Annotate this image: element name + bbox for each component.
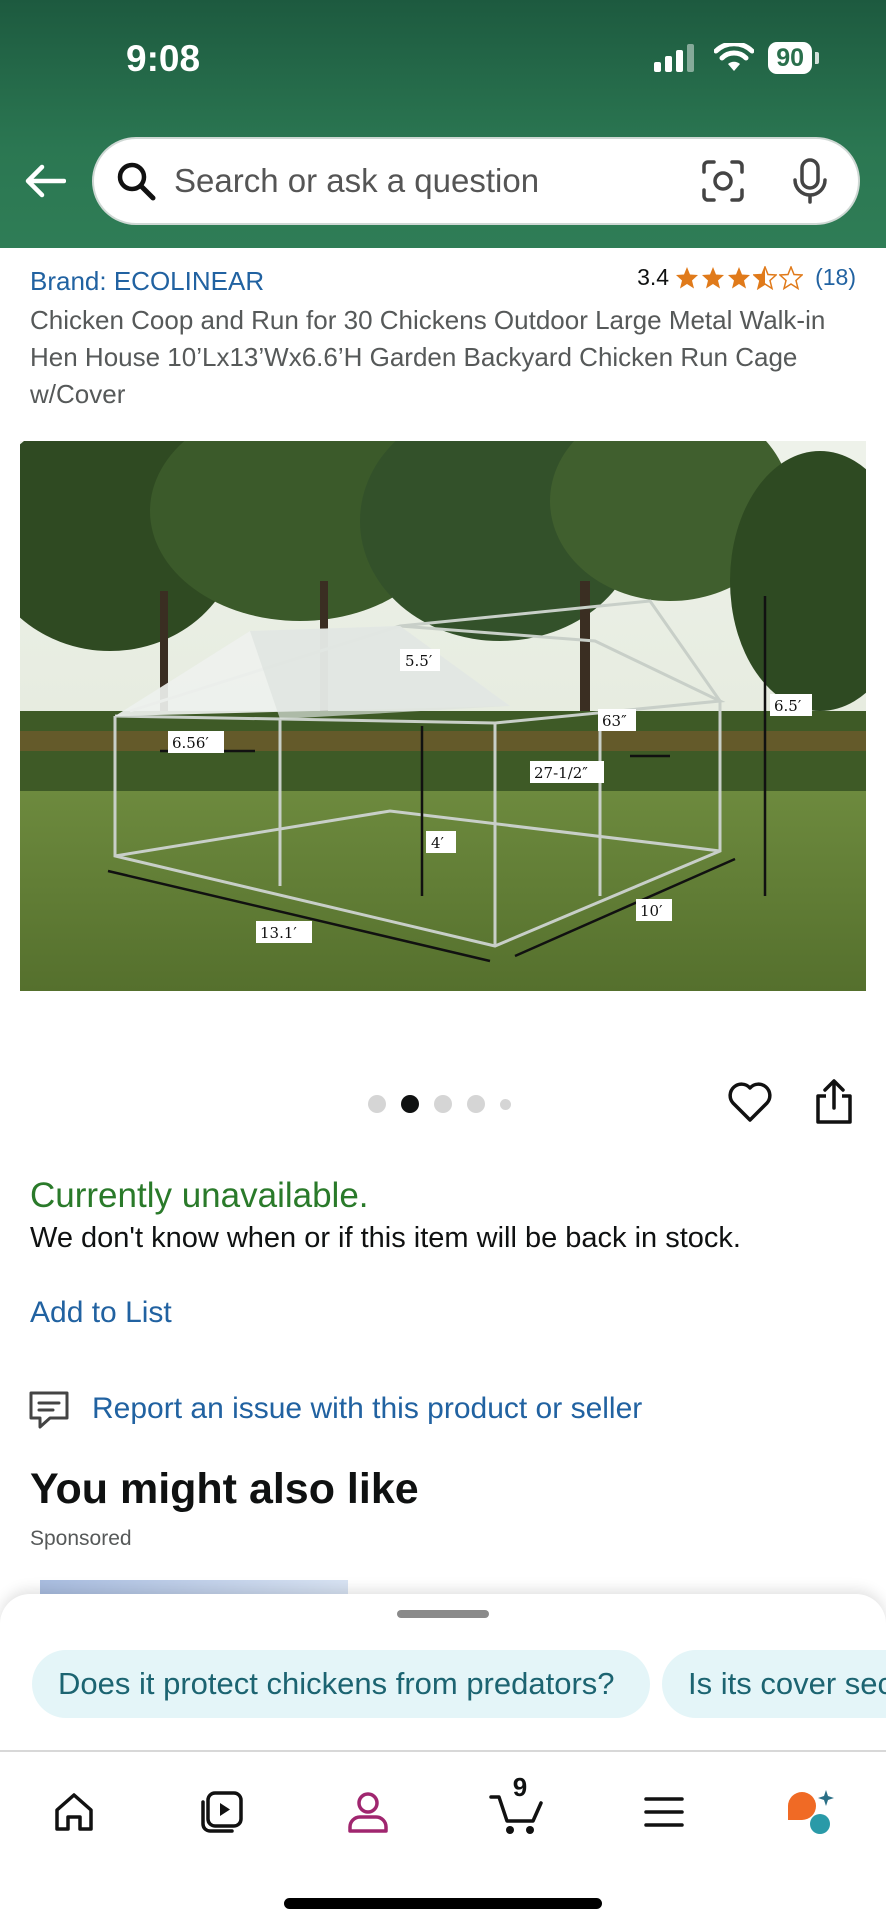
share-icon[interactable]: [812, 1078, 856, 1126]
star-full-icon: [702, 266, 725, 288]
carousel-dot[interactable]: [434, 1095, 452, 1113]
dim-label-wall-height: 4′: [431, 834, 445, 852]
search-icon: [114, 159, 158, 203]
signal-icon: [654, 44, 695, 72]
back-button[interactable]: [22, 158, 68, 204]
search-input[interactable]: Search or ask a question: [174, 162, 700, 200]
nav-rufus[interactable]: [780, 1782, 840, 1842]
report-icon[interactable]: [28, 1390, 70, 1430]
status-time: 9:08: [126, 38, 201, 79]
microphone-icon[interactable]: [790, 158, 830, 204]
sponsored-label: Sponsored: [30, 1527, 132, 1550]
nav-profile[interactable]: [338, 1782, 398, 1842]
dim-label-door-height: 63″: [602, 712, 627, 730]
cart-count: 9: [512, 1772, 528, 1802]
availability-status: Currently unavailable.: [30, 1176, 369, 1215]
home-icon: [55, 1793, 93, 1831]
video-icon: [201, 1791, 243, 1833]
home-indicator: [284, 1898, 602, 1909]
nav-video[interactable]: [192, 1782, 252, 1842]
dim-label-width: 10′: [640, 902, 663, 920]
availability-note: We don't know when or if this item will …: [30, 1222, 741, 1254]
dim-label-door-width: 27-1/2″: [534, 764, 588, 782]
bottom-navigation: 9: [0, 1750, 886, 1920]
report-issue-link[interactable]: Report an issue with this product or sel…: [92, 1392, 642, 1426]
header: 9:08 90 Search or ask a question: [0, 0, 886, 248]
rating-count[interactable]: (18): [815, 264, 856, 291]
star-full-icon: [728, 266, 751, 288]
add-to-list-link[interactable]: Add to List: [30, 1296, 172, 1330]
product-image[interactable]: 5.5′ 6.56′ 6.5′ 63″ 27-1/2″ 4′ 13.1′ 10′: [20, 441, 866, 991]
status-icons: 90: [654, 42, 819, 74]
nav-home[interactable]: [44, 1782, 104, 1842]
dim-label-side-height: 6.56′: [172, 734, 209, 752]
rating-summary[interactable]: 3.4 (18): [637, 264, 856, 291]
dim-label-length: 13.1′: [260, 924, 297, 942]
camera-search-icon[interactable]: [700, 158, 746, 204]
star-empty-icon: [779, 265, 804, 290]
search-bar[interactable]: Search or ask a question: [92, 137, 860, 225]
suggestion-chip[interactable]: Is its cover sec: [662, 1650, 886, 1718]
suggestion-chip[interactable]: Does it protect chickens from predators?: [32, 1650, 650, 1718]
dim-label-total-height: 6.5′: [774, 697, 802, 715]
wifi-icon: [714, 43, 755, 71]
suggestions-sheet: Does it protect chickens from predators?…: [0, 1594, 886, 1750]
carousel-dot[interactable]: [500, 1098, 511, 1110]
dim-label-roof: 5.5′: [405, 652, 433, 670]
carousel-dot-active[interactable]: [401, 1095, 419, 1113]
nav-menu[interactable]: [634, 1782, 694, 1842]
carousel-dot[interactable]: [368, 1095, 386, 1113]
star-rating: [675, 265, 804, 290]
star-full-icon: [676, 266, 699, 288]
star-half-icon: [753, 265, 778, 290]
sheet-handle[interactable]: [397, 1610, 489, 1618]
product-title: Chicken Coop and Run for 30 Chickens Out…: [30, 305, 826, 409]
rufus-icon: [788, 1790, 834, 1834]
rating-value: 3.4: [637, 264, 670, 290]
image-carousel-dots[interactable]: [368, 1095, 511, 1113]
nav-cart[interactable]: 9: [488, 1772, 548, 1842]
heart-icon[interactable]: [726, 1078, 774, 1126]
back-arrow-icon: [25, 164, 66, 198]
brand-link[interactable]: Brand: ECOLINEAR: [30, 266, 264, 297]
menu-icon: [644, 1797, 684, 1827]
profile-icon: [348, 1792, 388, 1833]
recommendations-heading: You might also like: [30, 1465, 419, 1513]
carousel-dot[interactable]: [467, 1095, 485, 1113]
battery-indicator: 90: [768, 42, 819, 74]
